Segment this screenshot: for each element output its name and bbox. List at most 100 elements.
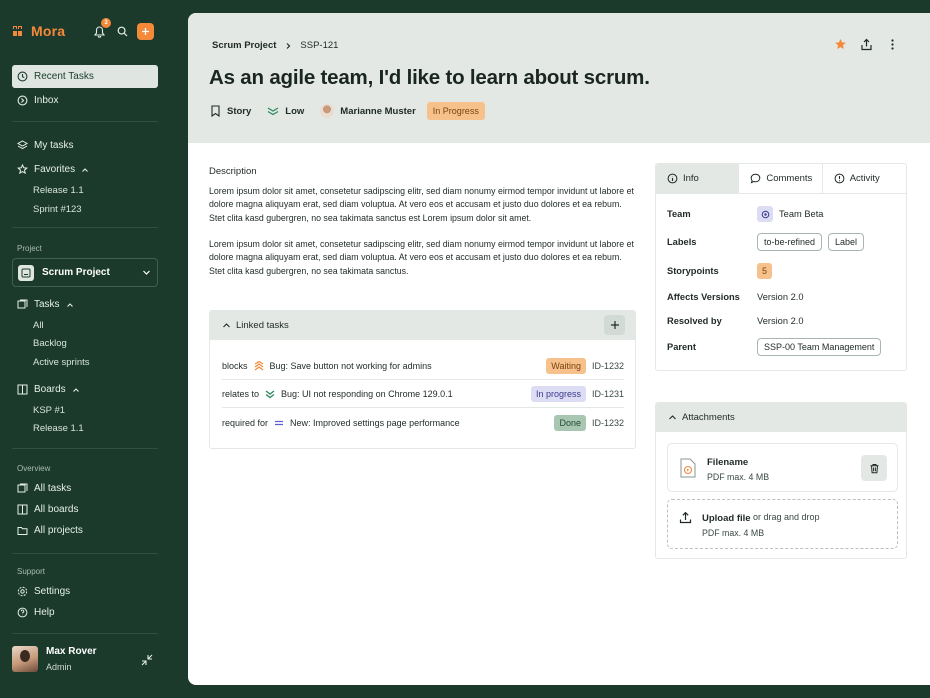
info-row-storypoints: Storypoints 5 [667,263,773,279]
affects-value[interactable]: Version 2.0 [757,292,804,302]
add-linked-task-button[interactable] [604,315,625,335]
create-button[interactable] [137,23,154,40]
share-icon[interactable] [860,38,873,51]
nav-tasks[interactable]: Tasks [12,293,158,316]
board-item[interactable]: Release 1.1 [33,423,84,434]
nav-my-tasks[interactable]: My tasks [12,134,158,157]
info-row-parent: Parent SSP-00 Team Management [667,338,882,356]
tab-comments[interactable]: Comments [739,164,823,193]
layers-icon [17,140,28,150]
status-badge[interactable]: In Progress [426,102,485,120]
issue-type-label: Story [227,105,252,117]
status-badge: In progress [530,386,586,402]
label-chip[interactable]: Label [828,233,865,251]
section-label-support: Support [17,567,46,576]
nav-all-boards[interactable]: All boards [12,498,158,521]
task-item[interactable]: All [33,320,44,331]
linked-task-row[interactable]: blocks Bug: Save button not working for … [222,353,624,380]
nav-all-projects[interactable]: All projects [12,519,158,542]
brand-logo[interactable]: Mora [12,23,65,39]
plus-icon [142,28,149,35]
info-key: Parent [667,342,696,352]
collapse-icon[interactable] [141,654,153,666]
board-item[interactable]: KSP #1 [33,405,65,416]
main-panel: Scrum Project SSP-121 As an agile team, … [188,13,930,685]
nav-all-projects-label: All projects [34,525,83,536]
chevron-up-icon [669,415,676,420]
description-label: Description [209,166,257,177]
nav-boards-label: Boards [34,384,66,395]
attachments-header[interactable]: Attachments [656,403,906,432]
info-row-resolved: Resolved by Version 2.0 [667,316,804,326]
parent-chip[interactable]: SSP-00 Team Management [757,338,882,356]
info-key: Storypoints [667,266,719,276]
priority-medium-icon [275,420,284,425]
favorite-item[interactable]: Release 1.1 [33,185,84,196]
status-badge: Waiting [546,358,586,374]
nav-inbox[interactable]: Inbox [12,89,158,112]
nav-favorites[interactable]: Favorites [12,158,158,181]
user-profile[interactable]: Max Rover Admin [12,646,97,672]
upload-sub: PDF max. 4 MB [702,528,765,538]
description-paragraph: Lorem ipsum dolor sit amet, consetetur s… [209,186,634,223]
nav-favorites-label: Favorites [34,164,76,175]
attachment-file[interactable]: Filename PDF max. 4 MB [667,443,898,492]
storypoints-value[interactable]: 5 [757,263,773,279]
project-icon [18,264,34,281]
linked-tasks-header[interactable]: Linked tasks [210,311,635,340]
nav-settings[interactable]: Settings [12,580,158,603]
linked-task-row[interactable]: relates to Bug: UI not responding on Chr… [222,381,624,408]
activity-icon [834,173,845,184]
breadcrumb-project[interactable]: Scrum Project [212,40,276,51]
issue-priority[interactable]: Low [267,106,304,117]
tab-info-label: Info [683,173,699,184]
upload-dropzone[interactable]: Upload file or drag and drop PDF max. 4 … [667,499,898,549]
more-vertical-icon[interactable] [886,38,899,51]
section-label-overview: Overview [17,464,51,473]
tab-info[interactable]: Info [656,164,740,193]
chevron-up-icon [82,167,89,172]
favorite-item[interactable]: Sprint #123 [33,204,82,215]
nav-inbox-label: Inbox [34,95,59,106]
priority-low-icon [265,390,275,399]
info-key: Team [667,209,691,219]
status-badge: Done [554,414,586,431]
task-item[interactable]: Active sprints [33,357,90,368]
team-icon [757,206,773,222]
chevron-down-icon [143,270,150,275]
attachments-title: Attachments [682,412,735,423]
section-label-project: Project [17,244,42,253]
project-selector[interactable]: Scrum Project [12,258,158,287]
resolved-value[interactable]: Version 2.0 [757,316,804,326]
label-chip[interactable]: to-be-refined [757,233,823,251]
delete-attachment-button[interactable] [861,455,887,481]
chevron-up-icon [66,302,73,307]
nav-help[interactable]: Help [12,601,158,624]
project-name: Scrum Project [42,267,110,278]
task-item[interactable]: Backlog [33,338,67,349]
breadcrumb-issue[interactable]: SSP-121 [300,40,338,51]
team-value[interactable]: Team Beta [779,209,823,219]
notification-bell-icon[interactable]: 3 [91,18,111,40]
folder-icon [17,527,28,535]
linked-task-row[interactable]: required for New: Improved settings page… [222,409,624,436]
issue-priority-label: Low [285,105,305,117]
search-icon[interactable] [114,23,131,40]
issue-assignee-label: Marianne Muster [340,105,416,117]
nav-tasks-label: Tasks [34,299,60,310]
issue-assignee[interactable]: Marianne Muster [320,104,416,118]
upload-title[interactable]: Upload file [702,513,751,524]
nav-boards[interactable]: Boards [12,378,158,401]
linked-tasks-title: Linked tasks [236,320,289,331]
history-icon [17,71,28,82]
upload-hint: or drag and drop [753,512,820,522]
star-outline-icon [17,164,28,175]
star-icon[interactable] [834,38,847,51]
linked-task-id: ID-1232 [591,417,624,428]
tab-activity[interactable]: Activity [823,164,906,193]
nav-all-tasks[interactable]: All tasks [12,477,158,500]
info-key: Affects Versions [667,292,740,302]
nav-recent-tasks[interactable]: Recent Tasks [12,65,158,88]
issue-type[interactable]: Story [210,105,251,117]
divider [12,633,158,634]
